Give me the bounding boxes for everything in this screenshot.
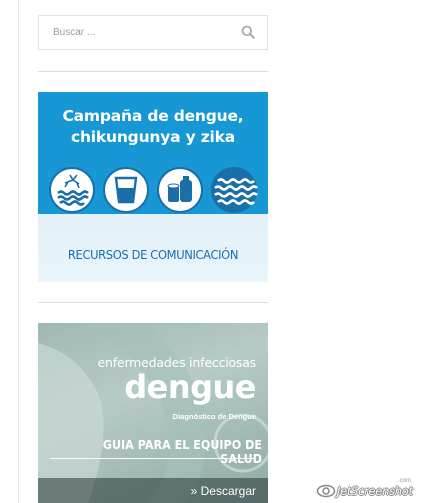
sidebar-border: [18, 0, 19, 503]
search-icon[interactable]: [241, 25, 255, 39]
mosquito-water-icon: [49, 167, 95, 213]
banner-rule: [50, 458, 255, 459]
banner-guide-title: GUIA PARA EL EQUIPO DE SALUD: [102, 438, 262, 466]
banner-diagnosis: Diagnóstico de Dengue: [172, 412, 256, 421]
watermark: JetScreenshot .com: [316, 478, 416, 500]
banner-title-line-1: Campaña de dengue,: [62, 107, 244, 125]
search-input[interactable]: [39, 16, 229, 49]
water-glass-icon: [103, 167, 149, 213]
banner-icon-row: [48, 166, 258, 214]
guia-banner[interactable]: enfermedades infecciosas dengue Diagnóst…: [38, 323, 268, 503]
widget-divider: [38, 302, 268, 303]
watermark-suffix: .com: [398, 478, 412, 484]
banner-title-line-2: chikungunya y zika: [70, 128, 236, 146]
download-link[interactable]: » Descargar: [191, 484, 256, 498]
camera-lens-icon: [316, 484, 336, 498]
banner-footer-text: RECURSOS DE COMUNICACIÓN: [67, 247, 239, 262]
watermark-text: JetScreenshot: [337, 484, 413, 498]
widget-divider: [38, 71, 268, 72]
campana-banner[interactable]: Campaña de dengue, chikungunya y zika RE…: [38, 92, 268, 282]
banner-headline: dengue: [124, 368, 256, 406]
containers-icon: [157, 167, 203, 213]
banner-title: Campaña de dengue, chikungunya y zika: [38, 106, 268, 148]
search-form: [38, 15, 268, 50]
water-waves-icon: [211, 167, 258, 213]
